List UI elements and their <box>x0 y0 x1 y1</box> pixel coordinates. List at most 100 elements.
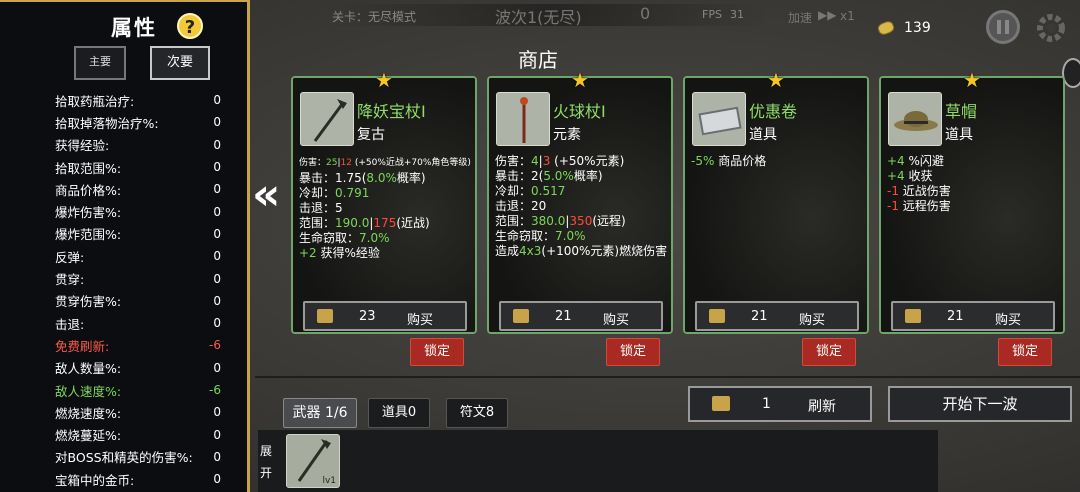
desc-segment: 造成 <box>495 244 520 258</box>
desc-line: 生命窃取：7.0% <box>299 231 475 246</box>
desc-segment: -1 <box>887 184 899 198</box>
item-price: 21 <box>751 309 768 324</box>
desc-segment: 暴击：1.75( <box>299 171 367 185</box>
stat-value: 0 <box>213 472 221 487</box>
shop-card[interactable]: 优惠卷道具 -5% 商品价格 21 购买 <box>683 76 869 334</box>
desc-segment: 7.0% <box>359 231 390 245</box>
buy-label: 购买 <box>603 313 630 328</box>
expand-button[interactable]: 展开 <box>260 440 274 484</box>
desc-segment: +4 <box>887 154 905 168</box>
stat-row: 贯穿: 0 <box>0 267 245 289</box>
desc-line: 击退：5 <box>299 201 475 216</box>
speed-value: x1 <box>840 9 855 23</box>
staff-icon <box>313 99 347 142</box>
item-type: 道具 <box>749 127 777 143</box>
stat-row: 拾取掉落物治疗%: 0 <box>0 111 245 133</box>
stat-value: 0 <box>213 271 221 286</box>
ticket-icon <box>712 396 730 411</box>
weapon-slot[interactable]: lv1 <box>286 434 340 488</box>
stat-label: 爆炸范围%: <box>55 227 122 243</box>
stat-row: 获得经验: 0 <box>0 134 245 156</box>
pause-icon <box>997 20 1009 34</box>
desc-segment: 概率) <box>396 171 426 185</box>
desc-line: 冷却：0.791 <box>299 186 475 201</box>
wave-count: 0 <box>640 4 651 23</box>
tab-runes[interactable]: 符文8 <box>446 398 508 428</box>
desc-segment: 冷却： <box>495 184 532 198</box>
desc-segment: (+50%元素) <box>550 154 625 168</box>
item-description: -5% 商品价格 <box>691 154 867 169</box>
buy-button[interactable]: 23 购买 <box>303 301 467 331</box>
shop-title: 商店 <box>518 48 558 72</box>
item-description: +4 %闪避 +4 收获 -1 近战伤害 -1 远程伤害 <box>887 154 1063 214</box>
shop-card[interactable]: 草帽 道具 +4 %闪避 +4 收获 -1 近战伤害 -1 远程伤害 21 购买 <box>879 76 1065 334</box>
ticket-icon <box>709 309 725 323</box>
desc-line: +4 %闪避 <box>887 154 1063 169</box>
stat-label: 贯穿伤害%: <box>55 294 122 310</box>
buy-button[interactable]: 21 购买 <box>695 301 859 331</box>
desc-segment: 获得%经验 <box>316 246 380 260</box>
desc-segment: 收获 <box>904 169 933 183</box>
item-name: 草帽 <box>945 102 978 121</box>
tab-secondary[interactable]: 次要 <box>150 46 210 80</box>
desc-segment: 击退：20 <box>495 199 547 213</box>
desc-segment: +2 <box>299 246 317 260</box>
desc-segment: 暴击：2( <box>495 169 544 183</box>
level-mode: 关卡：无尽模式 <box>332 10 417 24</box>
item-description: 伤害：25|12 (+50%近战+70%角色等级) 暴击：1.75(8.0%概率)… <box>299 154 475 261</box>
desc-line: 暴击：2(5.0%概率) <box>495 169 671 184</box>
tab-weapons[interactable]: 武器 1/6 <box>283 398 357 428</box>
collapse-arrow-icon[interactable]: « <box>252 168 282 222</box>
fps-value: 31 <box>730 8 744 21</box>
desc-segment: (+50%近战+70%角色等级) <box>351 158 471 168</box>
fast-forward-icon[interactable]: ▶▶ <box>818 8 836 22</box>
refresh-button[interactable]: 1 刷新 <box>688 386 872 422</box>
desc-segment: 25 <box>326 158 338 168</box>
desc-segment: 380.0 <box>531 214 566 228</box>
lock-button[interactable]: 锁定 <box>802 338 856 366</box>
item-type: 元素 <box>553 127 581 143</box>
stat-value: -6 <box>209 338 221 353</box>
desc-segment: 伤害： <box>495 154 532 168</box>
desc-segment: 伤害： <box>299 158 327 168</box>
item-name: 优惠卷 <box>749 102 798 121</box>
desc-segment: 8.0% <box>366 171 397 185</box>
fps-label: FPS <box>702 8 722 21</box>
pause-button[interactable] <box>986 10 1020 44</box>
desc-line: 造成4x3(+100%元素)燃烧伤害 <box>495 244 671 259</box>
inventory-bar <box>258 430 938 492</box>
lock-button[interactable]: 锁定 <box>998 338 1052 366</box>
coin-icon <box>876 19 896 37</box>
stat-value: 0 <box>213 249 221 264</box>
desc-line: 冷却：0.517 <box>495 184 671 199</box>
desc-segment: 范围： <box>495 214 532 228</box>
desc-segment: -1 <box>887 199 899 213</box>
stat-label: 拾取药瓶治疗: <box>55 93 135 109</box>
desc-line: 击退：20 <box>495 199 671 214</box>
lock-button[interactable]: 锁定 <box>606 338 660 366</box>
ticket-icon <box>513 309 529 323</box>
stat-row: 爆炸范围%: 0 <box>0 223 245 245</box>
tab-items[interactable]: 道具0 <box>368 398 430 428</box>
coupon-icon <box>698 106 742 136</box>
settings-button[interactable] <box>1033 10 1067 44</box>
shop-card[interactable]: 火球杖I 元素 伤害：4|3 (+50%元素) 暴击：2(5.0%概率) 冷却：0.51… <box>487 76 673 334</box>
stat-row: 燃烧蔓延%: 0 <box>0 423 245 445</box>
coin-amount: 139 <box>904 20 931 36</box>
help-icon[interactable]: ? <box>177 13 203 39</box>
shop-card[interactable]: 降妖宝杖I 复古 伤害：25|12 (+50%近战+70%角色等级) 暴击：1.75(… <box>291 76 477 334</box>
stat-row: 爆炸伤害%: 0 <box>0 200 245 222</box>
buy-button[interactable]: 21 购买 <box>499 301 663 331</box>
stat-row: 敌人数量%: 0 <box>0 357 245 379</box>
stat-row: 商品价格%: 0 <box>0 178 245 200</box>
stat-value: 0 <box>213 182 221 197</box>
lock-button[interactable]: 锁定 <box>410 338 464 366</box>
stat-label: 商品价格%: <box>55 182 122 198</box>
tab-main[interactable]: 主要 <box>74 46 126 80</box>
next-wave-button[interactable]: 开始下一波 <box>888 386 1072 422</box>
stat-row: 敌人速度%: -6 <box>0 379 245 401</box>
buy-button[interactable]: 21 购买 <box>891 301 1055 331</box>
desc-segment: 12 <box>340 158 352 168</box>
stat-value: 0 <box>213 160 221 175</box>
desc-segment: 近战伤害 <box>898 184 951 198</box>
